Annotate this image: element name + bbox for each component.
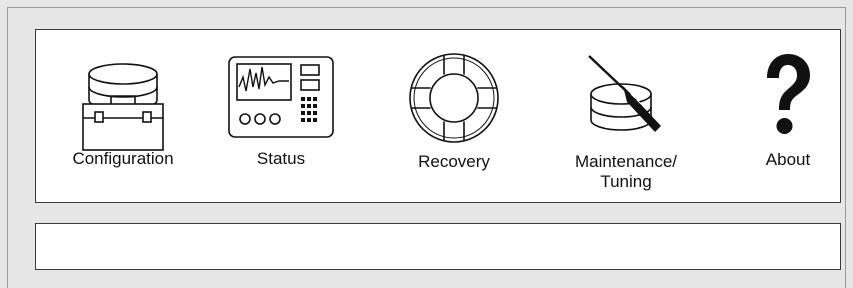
question-mark-icon <box>767 54 810 134</box>
about-label: About <box>765 150 811 169</box>
recovery-label: Recovery <box>418 152 490 171</box>
configuration-button[interactable]: Configuration <box>50 30 196 202</box>
database-toolbox-icon <box>82 63 164 151</box>
message-area <box>35 223 841 270</box>
life-ring-icon <box>409 53 499 143</box>
status-button[interactable]: Status <box>226 30 336 202</box>
maintenance-tuning-button[interactable]: Maintenance/ Tuning <box>556 30 696 202</box>
launchpad-toolbar: Configuration Status Recovery Maintenanc… <box>35 29 841 203</box>
monitor-panel-icon <box>228 56 334 138</box>
configuration-label: Configuration <box>72 149 174 168</box>
about-button[interactable]: About <box>748 30 828 202</box>
database-screwdriver-icon <box>588 55 661 132</box>
maintenance-tuning-label: Maintenance/ Tuning <box>574 152 678 191</box>
status-label: Status <box>256 149 306 168</box>
recovery-button[interactable]: Recovery <box>394 30 514 202</box>
